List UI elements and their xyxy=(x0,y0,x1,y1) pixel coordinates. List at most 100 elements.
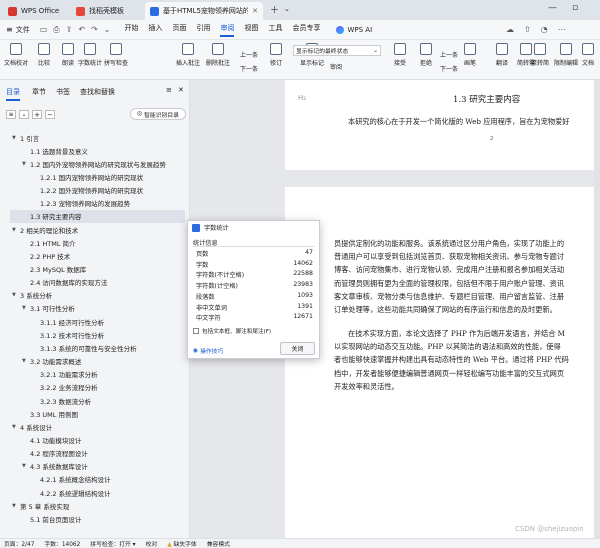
toc-item[interactable]: 3.1.3 系统的可靠性与安全性分析 xyxy=(10,341,185,354)
toolbar-small-button[interactable]: 下一条 xyxy=(440,64,458,73)
more-icon[interactable]: ⌄ xyxy=(104,25,111,35)
status-proof[interactable]: 校对 xyxy=(146,539,158,548)
toolbar-small-button[interactable]: 上一条 xyxy=(240,50,258,59)
toc-item[interactable]: 3.3 UML 用例图 xyxy=(10,407,185,420)
toc-item[interactable]: ▼ 3.1 可行性分析 xyxy=(10,302,185,315)
expand-arrow-icon[interactable]: ▼ xyxy=(12,135,20,141)
toc-item[interactable]: ▼ 1 引言 xyxy=(10,131,185,144)
expand-arrow-icon[interactable]: ▼ xyxy=(22,358,30,364)
panel-tab-chapter[interactable]: 章节 xyxy=(32,87,46,97)
toolbar-button[interactable]: 修订 xyxy=(262,43,290,67)
markup-state-select[interactable]: 显示标记的最终状态 ⌄ xyxy=(293,45,381,56)
ai-button[interactable]: WPS AI xyxy=(336,25,372,34)
tab-document[interactable]: 基于HTML5宠物领养网站的设 ✕ xyxy=(145,2,263,20)
status-spell[interactable]: 拼写检查：打开 ▾ xyxy=(90,539,135,548)
toolbar-button[interactable]: 字数统计 xyxy=(76,43,104,67)
tips-link[interactable]: ◉ 操作技巧 xyxy=(193,346,223,356)
smart-toc-button[interactable]: ◎ 智能识别目录 xyxy=(130,108,186,120)
user-icon[interactable]: ◔ xyxy=(541,25,548,34)
maximize-icon[interactable]: ▫ xyxy=(572,3,578,13)
toc-item[interactable]: 5.1 前台页面设计 xyxy=(10,512,185,525)
expand-arrow-icon[interactable]: ▼ xyxy=(12,424,20,430)
close-button[interactable]: 关闭 xyxy=(280,342,315,355)
tab-template[interactable]: 找稻壳模板 xyxy=(71,2,141,20)
menu-item[interactable]: 开始 xyxy=(124,23,138,37)
share-icon[interactable]: ⇧ xyxy=(524,25,531,34)
toc-add-icon[interactable]: + xyxy=(32,110,42,119)
menu-item[interactable]: 审阅 xyxy=(220,23,235,37)
status-words[interactable]: 字数：14062 xyxy=(44,539,80,548)
toc-remove-icon[interactable]: − xyxy=(45,110,55,119)
toolbar-button[interactable]: 拒绝 xyxy=(412,43,440,67)
close-tab-icon[interactable]: ✕ xyxy=(252,7,258,15)
more-options-icon[interactable]: ⋯ xyxy=(558,25,566,34)
expand-arrow-icon[interactable]: ▼ xyxy=(22,305,30,311)
toc-item[interactable]: 2.1 HTML 简介 xyxy=(10,236,185,249)
toc-item[interactable]: 3.1.1 经济可行性分析 xyxy=(10,315,185,328)
toolbar-button[interactable]: 画笔 xyxy=(456,43,484,67)
toolbar-button[interactable]: 删除批注 xyxy=(204,43,232,67)
toc-item[interactable]: 1.2.3 宠物领养网站的发展趋势 xyxy=(10,197,185,210)
new-tab-icon[interactable]: ＋ xyxy=(270,3,279,16)
panel-menu-icon[interactable]: ≡ xyxy=(166,86,172,94)
tab-menu-chevron-icon[interactable]: ⌄ xyxy=(284,5,290,13)
toolbar-small-button[interactable]: 审阅 xyxy=(330,62,342,71)
toc-item[interactable]: 1.1 选题背景及意义 xyxy=(10,144,185,157)
toolbar-button[interactable]: 插入批注 xyxy=(174,43,202,67)
export-icon[interactable]: ⇪ xyxy=(66,25,73,35)
tab-wps-office[interactable]: WPS Office xyxy=(3,2,67,20)
toc-item[interactable]: ▼ 4 系统设计 xyxy=(10,420,185,433)
toc-item[interactable]: 4.1 功能模块设计 xyxy=(10,433,185,446)
toc-item[interactable]: 4.2.2 系统逻辑结构设计 xyxy=(10,486,185,499)
redo-icon[interactable]: ↷ xyxy=(91,25,98,35)
toc-item[interactable]: ▼ 3.2 功能需求概述 xyxy=(10,355,185,368)
status-page[interactable]: 页面：2/47 xyxy=(4,539,34,548)
toc-item[interactable]: 2.4 访问数据库的实现方法 xyxy=(10,276,185,289)
menu-item[interactable]: 会员专享 xyxy=(292,23,320,37)
expand-arrow-icon[interactable]: ▼ xyxy=(22,161,30,167)
expand-arrow-icon[interactable]: ▼ xyxy=(12,503,20,509)
toc-item[interactable]: 3.2.2 业务流程分析 xyxy=(10,381,185,394)
expand-arrow-icon[interactable]: ▼ xyxy=(22,463,30,469)
panel-tab-bookmark[interactable]: 书签 xyxy=(56,87,70,97)
menu-item[interactable]: 引用 xyxy=(196,23,210,37)
toc-item[interactable]: 4.2 程序流程图设计 xyxy=(10,447,185,460)
toc-item[interactable]: ▼ 4.3 系统数据库设计 xyxy=(10,460,185,473)
save-icon[interactable]: ▭ xyxy=(40,25,48,35)
toolbar-button[interactable]: 拼写检查 xyxy=(102,43,130,67)
toolbar-button[interactable]: 繁转简 xyxy=(526,43,554,67)
toc-item[interactable]: 2.2 PHP 技术 xyxy=(10,249,185,262)
menu-item[interactable]: 页面 xyxy=(172,23,186,37)
undo-icon[interactable]: ↶ xyxy=(78,25,85,35)
panel-tab-toc[interactable]: 目录 xyxy=(6,87,20,101)
toc-item[interactable]: 1.2.1 国内宠物领养网站的研究现状 xyxy=(10,170,185,183)
menu-item[interactable]: 工具 xyxy=(268,23,282,37)
toc-item[interactable]: 3.1.2 技术可行性分析 xyxy=(10,328,185,341)
toolbar-button[interactable]: 接受 xyxy=(386,43,414,67)
toc-item[interactable]: 2.3 MySQL 数据库 xyxy=(10,263,185,276)
toolbar-button[interactable]: 文档校对 xyxy=(2,43,30,67)
toc-item[interactable]: 3.2.3 数据流分析 xyxy=(10,394,185,407)
menu-file[interactable]: 文件 xyxy=(16,25,30,35)
toc-item[interactable]: 1.3 研究主要内容 xyxy=(10,209,185,223)
toc-item[interactable]: ▼ 1.2 国内外宠物领养网站的研究现状与发展趋势 xyxy=(10,157,185,170)
cloud-icon[interactable]: ☁ xyxy=(506,25,514,34)
toc-item[interactable]: ▼ 第 5 章 系统实现 xyxy=(10,499,185,512)
expand-arrow-icon[interactable]: ▼ xyxy=(12,227,20,233)
menu-item[interactable]: 视图 xyxy=(244,23,258,37)
minimize-icon[interactable]: — xyxy=(548,3,557,13)
status-missing-font[interactable]: ▲ 缺失字体 xyxy=(167,539,197,548)
toc-item[interactable]: 1.2.2 国外宠物领养网站的研究现状 xyxy=(10,184,185,197)
toolbar-button[interactable]: 文档 xyxy=(574,43,600,67)
scrollbar[interactable] xyxy=(594,80,600,538)
toc-item[interactable]: 3.2.1 功能需求分析 xyxy=(10,368,185,381)
toolbar-small-button[interactable]: 上一条 xyxy=(440,50,458,59)
panel-tab-find-replace[interactable]: 查找和替换 xyxy=(80,87,115,97)
toc-expand-icon[interactable]: ≡ xyxy=(6,110,16,119)
hamburger-icon[interactable]: ≡ xyxy=(6,25,13,34)
panel-close-icon[interactable]: ✕ xyxy=(178,86,184,94)
include-textbox-checkbox[interactable]: 包括文本框、脚注和尾注(F) xyxy=(193,327,271,335)
toc-item[interactable]: 4.2.1 系统概念结构设计 xyxy=(10,473,185,486)
print-icon[interactable]: ⎙ xyxy=(53,25,59,35)
expand-arrow-icon[interactable]: ▼ xyxy=(12,292,20,298)
